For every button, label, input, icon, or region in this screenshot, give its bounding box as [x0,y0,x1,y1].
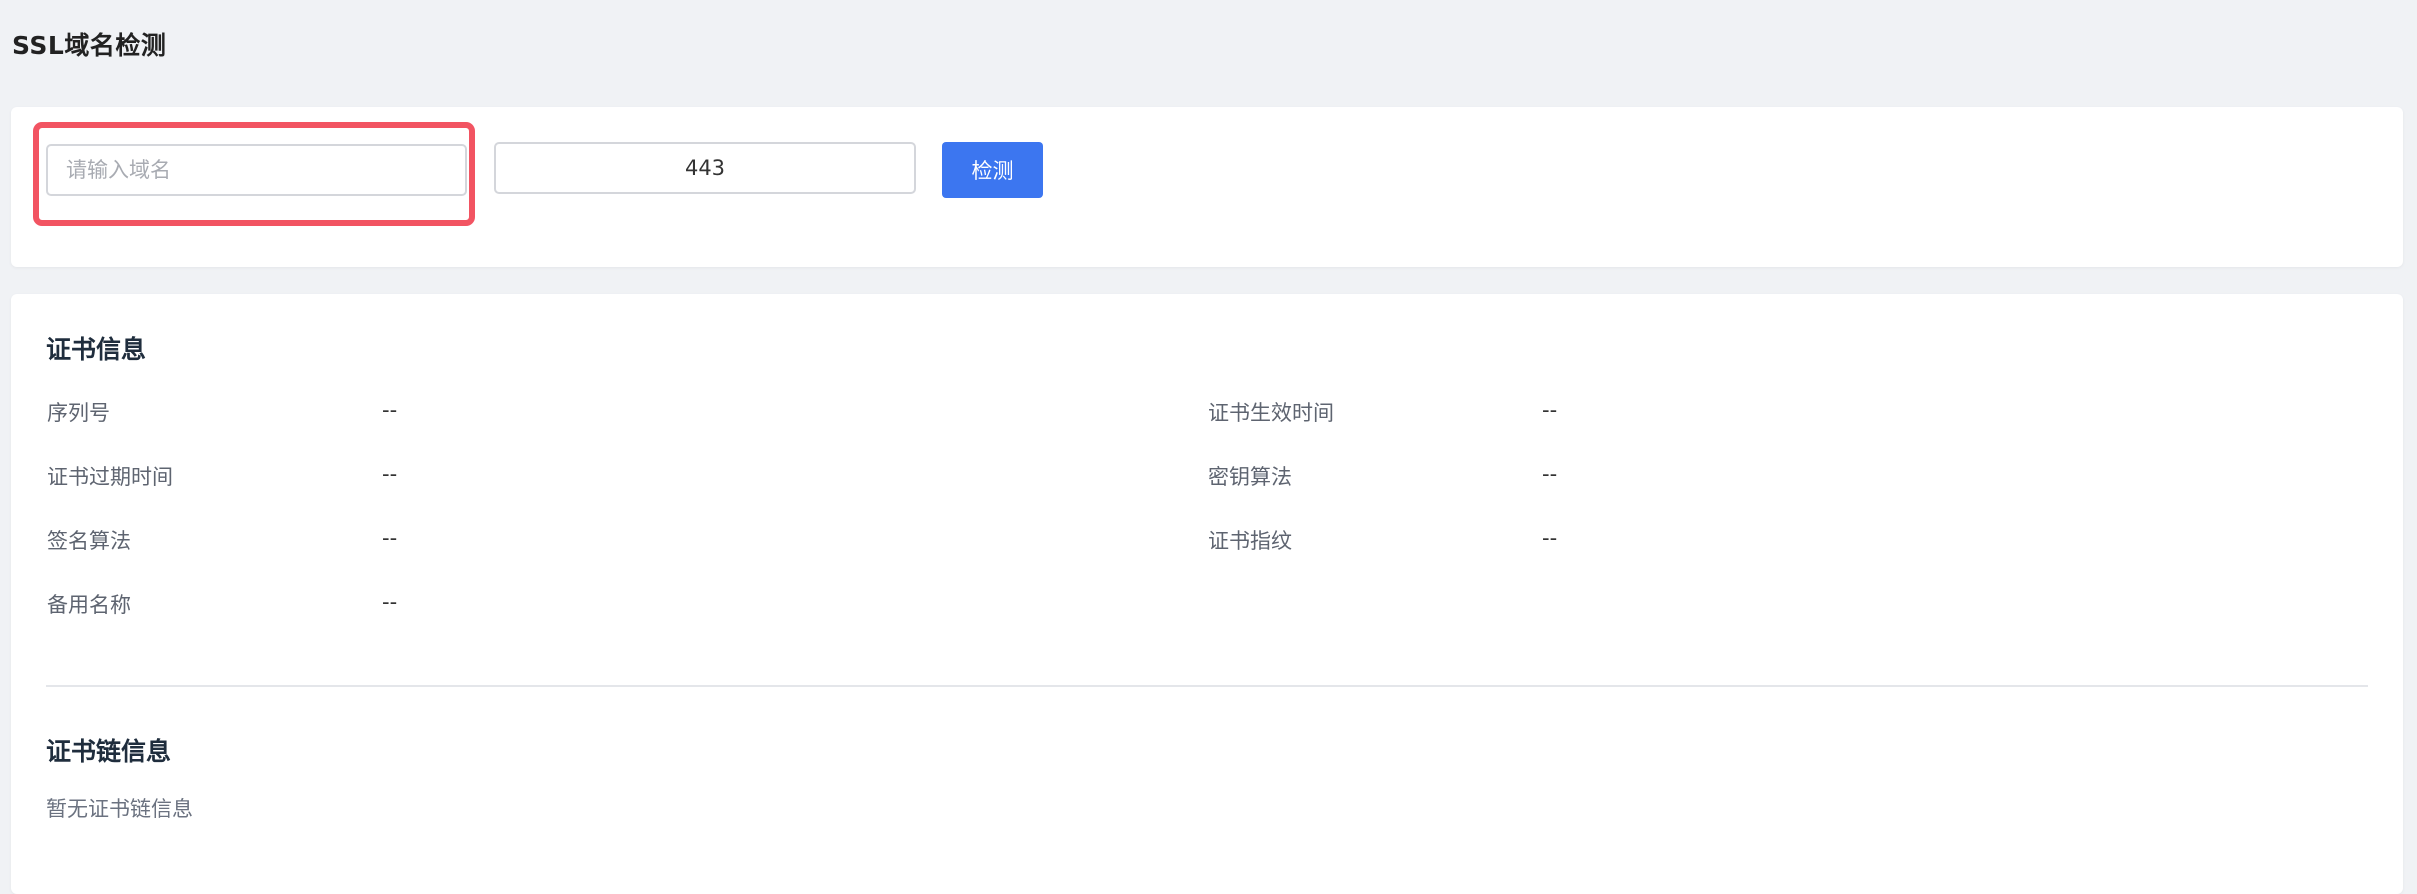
valid-from-value: -- [1542,398,1558,422]
key-algorithm-value: -- [1542,462,1558,486]
cert-info-heading: 证书信息 [46,335,147,364]
chain-info-heading: 证书链信息 [46,737,172,766]
port-input[interactable] [494,142,916,194]
search-card: 检测 [11,107,2403,267]
serial-number-value: -- [382,398,398,422]
check-button[interactable]: 检测 [942,142,1043,198]
valid-to-value: -- [382,462,398,486]
domain-input[interactable] [46,144,467,196]
fingerprint-label: 证书指纹 [1208,529,1292,553]
key-algorithm-label: 密钥算法 [1208,465,1292,489]
valid-from-label: 证书生效时间 [1208,401,1334,425]
valid-to-label: 证书过期时间 [47,465,173,489]
chain-empty-text: 暂无证书链信息 [46,797,193,821]
page-title: SSL域名检测 [12,31,167,60]
alt-names-label: 备用名称 [47,593,131,617]
signature-algorithm-label: 签名算法 [47,529,131,553]
serial-number-label: 序列号 [47,401,110,425]
signature-algorithm-value: -- [382,526,398,550]
alt-names-value: -- [382,590,398,614]
fingerprint-value: -- [1542,526,1558,550]
info-card: 证书信息 序列号 -- 证书生效时间 -- 证书过期时间 -- 密钥算法 -- … [11,294,2403,894]
section-divider [46,685,2368,687]
